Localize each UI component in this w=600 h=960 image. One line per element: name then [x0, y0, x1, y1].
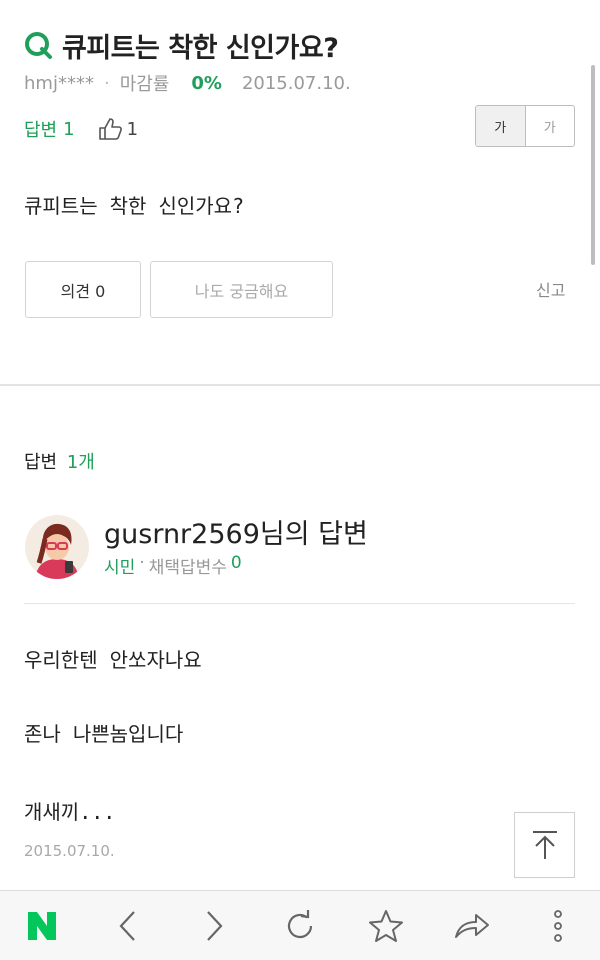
font-size-large-button[interactable]: 가: [476, 106, 526, 146]
back-button[interactable]: [98, 891, 158, 960]
refresh-icon: [287, 910, 313, 939]
deadline-label: 마감률: [119, 74, 170, 95]
back-icon: [119, 911, 135, 941]
answer-date: 2015.07.10.: [24, 842, 115, 860]
answer-section-header: 답변 1개: [24, 448, 95, 474]
avatar[interactable]: [25, 515, 89, 579]
answer-header-label: 답변: [24, 452, 58, 473]
q-mark-icon: [24, 31, 54, 61]
share-button[interactable]: [442, 891, 502, 960]
question-body: 큐피트는 착한 신인가요?: [24, 194, 245, 218]
like-count: 1: [126, 118, 139, 140]
answerer-meta: 시민 · 채택답변수 0: [104, 553, 242, 578]
deadline-rate: 0%: [191, 72, 222, 94]
bookmark-button[interactable]: [356, 891, 416, 960]
font-size-small-button[interactable]: 가: [526, 106, 575, 146]
share-icon: [455, 914, 489, 938]
report-link[interactable]: 신고: [536, 277, 565, 301]
forward-icon: [207, 911, 223, 941]
answers-count: 1: [63, 118, 75, 140]
arrow-up-icon: [532, 831, 557, 859]
question-title-text: 큐피트는 착한 신인가요?: [62, 33, 339, 64]
question-meta: hmj**** · 마감률 0% 2015.07.10.: [24, 70, 351, 96]
naver-logo-icon: [28, 912, 56, 940]
question-date: 2015.07.10.: [241, 72, 351, 94]
thumbs-up-icon[interactable]: [97, 116, 123, 142]
meta-separator: ·: [139, 553, 145, 573]
answer-line: 개새끼...: [24, 800, 116, 824]
question-title: 큐피트는 착한 신인가요?: [24, 26, 339, 65]
naver-home-button[interactable]: [12, 891, 72, 960]
browser-toolbar: [0, 890, 600, 960]
forward-button[interactable]: [184, 891, 244, 960]
adopted-count: 0: [230, 553, 242, 573]
more-menu-button[interactable]: [528, 891, 588, 960]
meta-separator: ·: [103, 72, 110, 94]
star-icon: [369, 910, 403, 942]
curious-button[interactable]: 나도 궁금해요: [150, 261, 333, 318]
opinion-button[interactable]: 의견 0: [25, 261, 141, 318]
font-size-toggle: 가 가: [475, 105, 575, 147]
section-divider: [0, 384, 600, 386]
more-vertical-icon: [554, 910, 562, 942]
scroll-to-top-button[interactable]: [514, 812, 575, 878]
adopted-label: 채택답변수: [148, 558, 227, 578]
answer-header-count: 1개: [66, 452, 95, 473]
author-id[interactable]: hmj****: [24, 73, 94, 94]
answerer-name[interactable]: gusrnr2569님의 답변: [104, 512, 368, 551]
answer-divider: [24, 603, 575, 604]
scrollbar[interactable]: [591, 65, 595, 265]
refresh-button[interactable]: [270, 891, 330, 960]
answerer-rank: 시민: [104, 558, 136, 578]
answer-line: 우리한텐 안쏘자나요: [24, 648, 202, 672]
question-stats: 답변 1 1: [24, 116, 138, 142]
answer-line: 존나 나쁜놈입니다: [24, 722, 184, 746]
answers-label: 답변: [24, 120, 58, 141]
